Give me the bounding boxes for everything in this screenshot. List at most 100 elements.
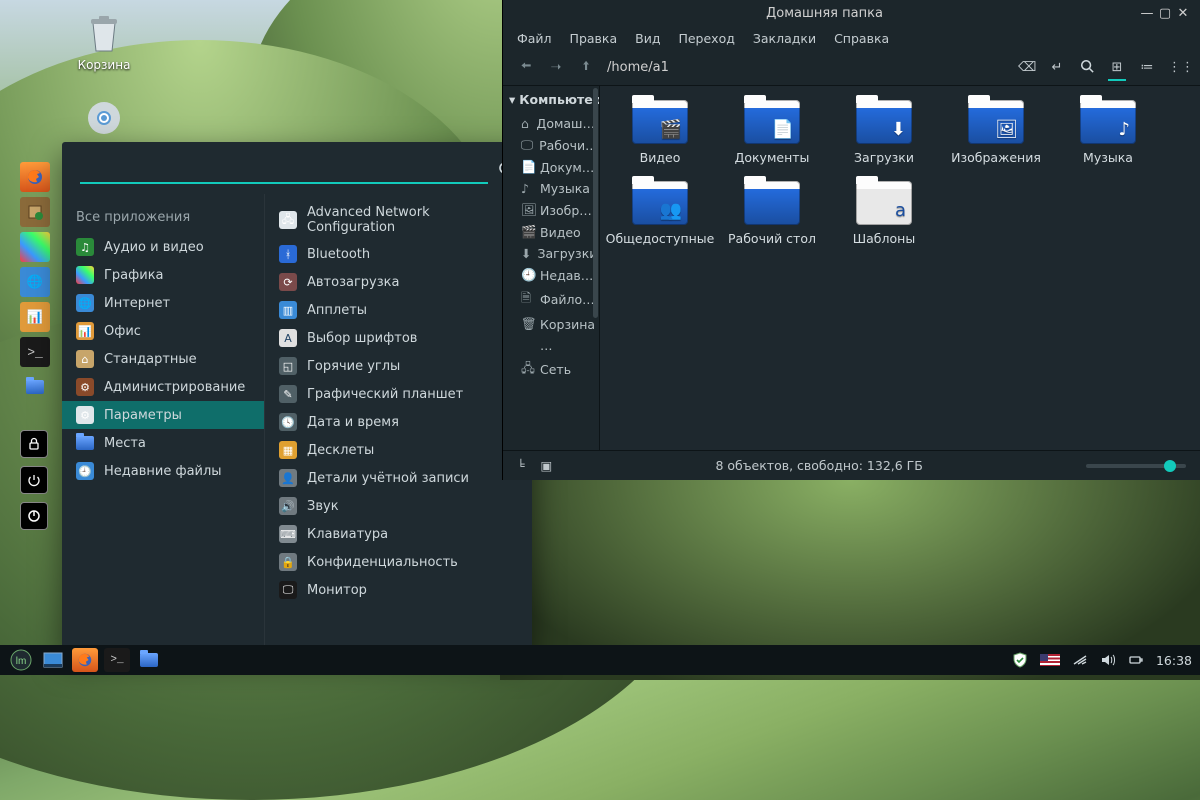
menu-category-item[interactable]: 🕘Недавние файлы [62, 457, 264, 485]
fm-sidebar-item[interactable]: 📄Докум… [503, 156, 599, 178]
sidebar-item-label: Сеть [540, 362, 571, 377]
fm-folder[interactable]: 🎬Видео [604, 100, 716, 165]
fm-menu-item[interactable]: Справка [834, 31, 889, 46]
fm-menu-item[interactable]: Переход [678, 31, 734, 46]
fm-folder[interactable]: ♪Музыка [1052, 100, 1164, 165]
fm-sidebar-item[interactable]: ⌂Домаш… [503, 113, 599, 134]
desktop-chromium[interactable] [64, 98, 144, 142]
menu-app-item[interactable]: 🖧Advanced Network Configuration [265, 200, 532, 240]
dock-terminal[interactable]: >_ [20, 337, 50, 367]
taskbar-show-desktop[interactable] [40, 648, 66, 672]
fm-menu-item[interactable]: Файл [517, 31, 552, 46]
menu-app-item[interactable]: ✎Графический планшет [265, 380, 532, 408]
window-maximize-button[interactable]: ▢ [1156, 6, 1174, 21]
fm-sidebar-item[interactable]: 🗎Файло… [503, 286, 599, 313]
nav-up-button[interactable]: 🠩 [577, 57, 595, 79]
tray-network-icon[interactable] [1072, 652, 1088, 668]
dock-displays[interactable] [20, 232, 50, 262]
menu-category-item[interactable]: ⚙Администрирование [62, 373, 264, 401]
menu-category-item[interactable]: ⚙Параметры [62, 401, 264, 429]
fm-menu-item[interactable]: Правка [570, 31, 618, 46]
fm-sidebar-item[interactable]: 🖧Сеть [503, 356, 599, 383]
toolbar-search-icon[interactable] [1078, 59, 1096, 77]
menu-category-item[interactable]: Графика [62, 261, 264, 289]
menu-app-item[interactable]: ᚼBluetooth [265, 240, 532, 268]
view-list-button[interactable]: ≔ [1138, 60, 1156, 75]
folder-label: Изображения [940, 150, 1052, 165]
menu-category-item[interactable]: ⌂Стандартные [62, 345, 264, 373]
fm-folder[interactable]: 📄Документы [716, 100, 828, 165]
taskbar-terminal[interactable]: >_ [104, 648, 130, 672]
fm-sidebar-item[interactable]: 🕘Недав… [503, 264, 599, 286]
fm-sidebar-item[interactable]: 🗑Корзина [503, 313, 599, 335]
sidebar-item-icon: ⬇ [521, 246, 531, 261]
menu-category-item[interactable]: 📊Офис [62, 317, 264, 345]
sidebar-item-icon: 📄 [521, 159, 534, 175]
dock-shutdown-button[interactable] [20, 502, 48, 530]
menu-app-item[interactable]: AВыбор шрифтов [265, 324, 532, 352]
view-icons-button[interactable]: ⊞ [1108, 60, 1126, 81]
category-icon: ♫ [76, 238, 94, 256]
tree-toggle-icon[interactable]: ╘ [517, 459, 525, 473]
window-minimize-button[interactable]: — [1138, 6, 1156, 21]
tray-shield-icon[interactable] [1012, 652, 1028, 668]
menu-app-item[interactable]: ⌨Клавиатура [265, 520, 532, 548]
path-toggle-icon[interactable]: ↵ [1048, 60, 1066, 75]
fm-folder[interactable]: aШаблоны [828, 181, 940, 246]
clear-path-icon[interactable]: ⌫ [1018, 60, 1036, 75]
fm-folder[interactable]: 👥Общедоступные [604, 181, 716, 246]
zoom-slider[interactable] [1086, 464, 1186, 468]
fm-sidebar-header[interactable]: ▾Компьютер [503, 86, 599, 113]
menu-app-item[interactable]: 🔊Звук [265, 492, 532, 520]
window-close-button[interactable]: ✕ [1174, 6, 1192, 21]
path-display[interactable]: /home/a1 [607, 60, 1006, 75]
fm-sidebar-item[interactable]: 🖼Изобр… [503, 199, 599, 221]
start-button[interactable]: lm [8, 648, 34, 672]
fm-folder[interactable]: 🖼Изображения [940, 100, 1052, 165]
dock-office[interactable]: 📊 [20, 302, 50, 332]
tray-volume-icon[interactable] [1100, 652, 1116, 668]
fm-menubar: Файл Правка Вид Переход Закладки Справка [503, 26, 1200, 50]
sidebar-toggle-icon[interactable]: ▣ [541, 458, 553, 473]
fm-sidebar: ▾Компьютер ⌂Домаш…🖵Рабочи…📄Докум…♪Музыка… [503, 86, 600, 450]
dock-lock-button[interactable] [20, 430, 48, 458]
menu-search-input[interactable] [80, 158, 488, 184]
nav-back-button[interactable]: 🠨 [517, 57, 535, 79]
fm-sidebar-item[interactable]: ⬇Загрузки [503, 243, 599, 264]
menu-category-item[interactable]: Места [62, 429, 264, 457]
menu-category-item[interactable]: 🌐Интернет [62, 289, 264, 317]
dock-logout-button[interactable] [20, 466, 48, 494]
menu-app-item[interactable]: 🖵Монитор [265, 576, 532, 604]
sidebar-item-label: Музыка [540, 181, 590, 196]
fm-menu-item[interactable]: Вид [635, 31, 660, 46]
fm-titlebar[interactable]: Домашняя папка — ▢ ✕ [503, 0, 1200, 26]
fm-sidebar-item[interactable]: ♪Музыка [503, 178, 599, 199]
menu-app-item[interactable]: ⟳Автозагрузка [265, 268, 532, 296]
fm-folder[interactable]: Рабочий стол [716, 181, 828, 246]
tray-battery-icon[interactable] [1128, 652, 1144, 668]
fm-menu-item[interactable]: Закладки [753, 31, 816, 46]
dock-files[interactable] [20, 372, 50, 402]
tray-clock[interactable]: 16:38 [1156, 653, 1192, 668]
dock-software-manager[interactable] [20, 197, 50, 227]
desktop-trash[interactable]: Корзина [64, 14, 144, 72]
fm-sidebar-item[interactable]: … [503, 335, 599, 356]
fm-sidebar-item[interactable]: 🖵Рабочи… [503, 134, 599, 156]
menu-category-item[interactable]: ♫Аудио и видео [62, 233, 264, 261]
menu-app-item[interactable]: ▥Апплеты [265, 296, 532, 324]
dock-firefox[interactable] [20, 162, 50, 192]
menu-app-item[interactable]: ▦Десклеты [265, 436, 532, 464]
menu-app-item[interactable]: 🕓Дата и время [265, 408, 532, 436]
taskbar-files[interactable] [136, 648, 162, 672]
menu-app-item[interactable]: ◱Горячие углы [265, 352, 532, 380]
menu-app-item[interactable]: 🔒Конфиденциальность [265, 548, 532, 576]
dock-globe[interactable]: 🌐 [20, 267, 50, 297]
nav-forward-button[interactable]: ➝ [547, 60, 565, 75]
taskbar-firefox[interactable] [72, 648, 98, 672]
fm-sidebar-item[interactable]: 🎬Видео [503, 221, 599, 243]
tray-keyboard-layout[interactable] [1040, 654, 1060, 666]
menu-app-item[interactable]: 👤Детали учётной записи [265, 464, 532, 492]
fm-content[interactable]: 🎬Видео📄Документы⬇Загрузки🖼Изображения♪Му… [600, 86, 1200, 450]
view-compact-button[interactable]: ⋮⋮ [1168, 60, 1186, 75]
fm-folder[interactable]: ⬇Загрузки [828, 100, 940, 165]
